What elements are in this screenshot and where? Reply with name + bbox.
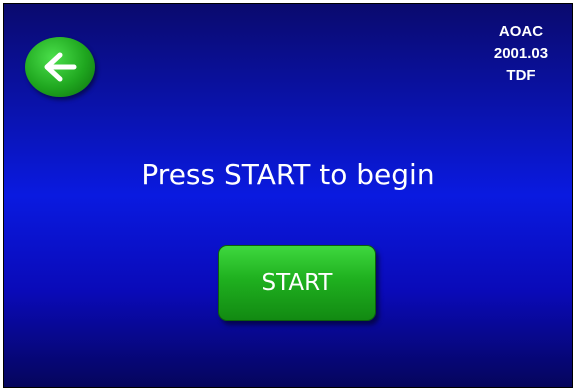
test-method-label: AOAC 2001.03 TDF	[486, 21, 556, 87]
test-method-line: AOAC	[498, 23, 544, 40]
start-button[interactable]: START	[218, 245, 376, 321]
screen: AOAC 2001.03 TDF Press START to begin ST…	[3, 3, 573, 388]
prompt-text: Press START to begin	[141, 158, 435, 191]
back-button[interactable]	[25, 37, 95, 97]
test-method-line: 2001.03	[493, 45, 549, 62]
arrow-left-icon	[44, 52, 77, 82]
test-method-line: TDF	[506, 67, 536, 84]
